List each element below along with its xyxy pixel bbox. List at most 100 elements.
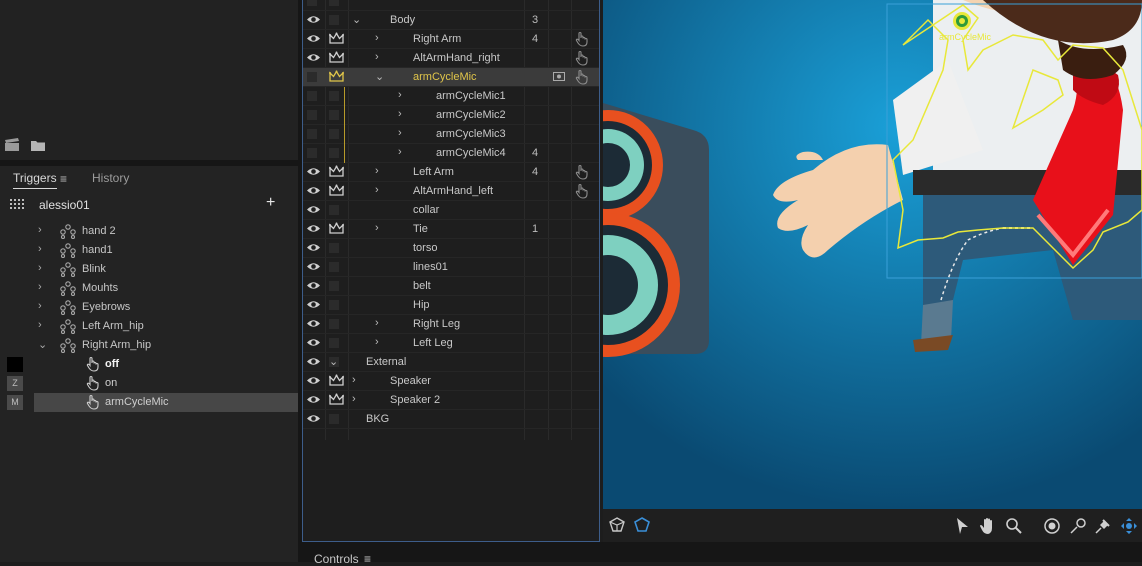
chevron-right-icon[interactable]: › <box>38 243 42 255</box>
independence-toggle[interactable] <box>329 205 339 215</box>
crown-icon[interactable] <box>329 51 344 67</box>
visibility-toggle[interactable] <box>307 110 317 120</box>
chevron-right-icon[interactable]: › <box>398 127 402 139</box>
eye-icon[interactable] <box>306 375 321 389</box>
visibility-toggle[interactable] <box>307 72 317 82</box>
chevron-right-icon[interactable]: › <box>38 319 42 331</box>
trigger-row[interactable]: › hand1 <box>0 241 298 260</box>
hand-pan-icon[interactable] <box>979 517 997 538</box>
trigger-row[interactable]: › hand 2 <box>0 222 298 241</box>
layer-row[interactable]: › AltArmHand_left <box>303 182 599 201</box>
hand-icon[interactable] <box>575 50 589 69</box>
chevron-right-icon[interactable]: › <box>375 184 379 196</box>
chevron-right-icon[interactable]: › <box>38 262 42 274</box>
visibility-toggle[interactable] <box>307 129 317 139</box>
layer-row[interactable]: › armCycleMic2 <box>303 106 599 125</box>
camera-icon[interactable] <box>553 71 565 84</box>
chevron-right-icon[interactable]: › <box>375 336 379 348</box>
crown-icon[interactable] <box>329 32 344 48</box>
independence-toggle[interactable] <box>329 262 339 272</box>
independence-toggle[interactable] <box>329 91 339 101</box>
chevron-down-icon[interactable]: ⌄ <box>38 338 47 351</box>
chevron-right-icon[interactable]: › <box>398 146 402 158</box>
chevron-right-icon[interactable]: › <box>38 300 42 312</box>
eye-icon[interactable] <box>306 223 321 237</box>
clapper-icon[interactable] <box>4 138 20 155</box>
eye-icon[interactable] <box>306 166 321 180</box>
move-icon[interactable] <box>1120 517 1138 538</box>
layer-row[interactable]: belt <box>303 277 599 296</box>
trigger-swap-row[interactable]: Zon <box>0 374 298 393</box>
record-icon[interactable] <box>1043 517 1061 538</box>
layer-row[interactable]: BKG <box>303 410 599 429</box>
independence-toggle[interactable] <box>329 129 339 139</box>
key-binding[interactable]: M <box>7 395 23 410</box>
select-arrow-icon[interactable] <box>955 517 969 538</box>
eye-icon[interactable] <box>306 14 321 28</box>
chevron-right-icon[interactable]: › <box>398 89 402 101</box>
eye-icon[interactable] <box>306 337 321 351</box>
add-trigger-button[interactable]: + <box>266 194 275 212</box>
independence-toggle[interactable] <box>329 148 339 158</box>
hand-icon[interactable] <box>575 31 589 50</box>
folder-icon[interactable] <box>30 139 46 155</box>
chevron-down-icon[interactable]: ⌄ <box>375 70 384 83</box>
eye-icon[interactable] <box>306 280 321 294</box>
trigger-swap-row[interactable]: off <box>0 355 298 374</box>
tab-triggers[interactable]: Triggers <box>13 171 57 189</box>
chevron-right-icon[interactable]: › <box>375 32 379 44</box>
chevron-right-icon[interactable]: › <box>38 224 42 236</box>
eye-icon[interactable] <box>306 204 321 218</box>
grid-icon[interactable] <box>10 199 24 212</box>
hand-icon[interactable] <box>575 164 589 183</box>
trigger-row[interactable]: › Eyebrows <box>0 298 298 317</box>
independence-toggle[interactable] <box>329 0 339 6</box>
eye-icon[interactable] <box>306 394 321 408</box>
trigger-row[interactable]: › Blink <box>0 260 298 279</box>
layer-row[interactable]: › Speaker 2 <box>303 391 599 410</box>
layer-row[interactable]: › Tie 1 <box>303 220 599 239</box>
visibility-toggle[interactable] <box>307 148 317 158</box>
chevron-right-icon[interactable]: › <box>375 165 379 177</box>
chevron-right-icon[interactable]: › <box>375 317 379 329</box>
crown-icon[interactable] <box>329 70 344 86</box>
chevron-down-icon[interactable]: ⌄ <box>352 13 361 26</box>
tab-controls[interactable]: Controls <box>314 552 359 566</box>
independence-toggle[interactable] <box>329 319 339 329</box>
layer-row[interactable]: ⌄ External <box>303 353 599 372</box>
layer-row[interactable]: › Speaker <box>303 372 599 391</box>
panel-menu-icon[interactable]: ≡ <box>60 172 67 186</box>
eye-icon[interactable] <box>306 318 321 332</box>
independence-toggle[interactable] <box>329 300 339 310</box>
layer-row[interactable]: lines01 <box>303 258 599 277</box>
chevron-right-icon[interactable]: › <box>352 374 356 386</box>
trigger-row[interactable]: › Left Arm_hip <box>0 317 298 336</box>
eye-icon[interactable] <box>306 185 321 199</box>
chevron-right-icon[interactable]: › <box>375 222 379 234</box>
chevron-down-icon[interactable]: ⌄ <box>329 355 338 368</box>
eye-icon[interactable] <box>306 261 321 275</box>
key-binding[interactable] <box>7 357 23 372</box>
chevron-right-icon[interactable]: › <box>38 281 42 293</box>
trigger-row[interactable]: › Mouhts <box>0 279 298 298</box>
trigger-swap-row[interactable]: MarmCycleMic <box>0 393 298 412</box>
zoom-icon[interactable] <box>1005 517 1023 538</box>
polygon-icon[interactable] <box>634 517 650 536</box>
chevron-right-icon[interactable]: › <box>375 51 379 63</box>
scene-viewport[interactable]: armCycleMic <box>603 0 1142 509</box>
cube-icon[interactable] <box>609 517 625 536</box>
eye-icon[interactable] <box>306 242 321 256</box>
key-binding[interactable]: Z <box>7 376 23 391</box>
chevron-right-icon[interactable]: › <box>352 393 356 405</box>
layer-row[interactable]: collar <box>303 201 599 220</box>
visibility-toggle[interactable] <box>307 0 317 6</box>
crown-icon[interactable] <box>329 184 344 200</box>
crown-icon[interactable] <box>329 393 344 409</box>
layer-row[interactable]: › Right Leg <box>303 315 599 334</box>
eye-icon[interactable] <box>306 413 321 427</box>
tab-history[interactable]: History <box>92 171 129 185</box>
crown-icon[interactable] <box>329 165 344 181</box>
eye-icon[interactable] <box>306 33 321 47</box>
layer-row[interactable]: torso <box>303 239 599 258</box>
eye-icon[interactable] <box>306 52 321 66</box>
